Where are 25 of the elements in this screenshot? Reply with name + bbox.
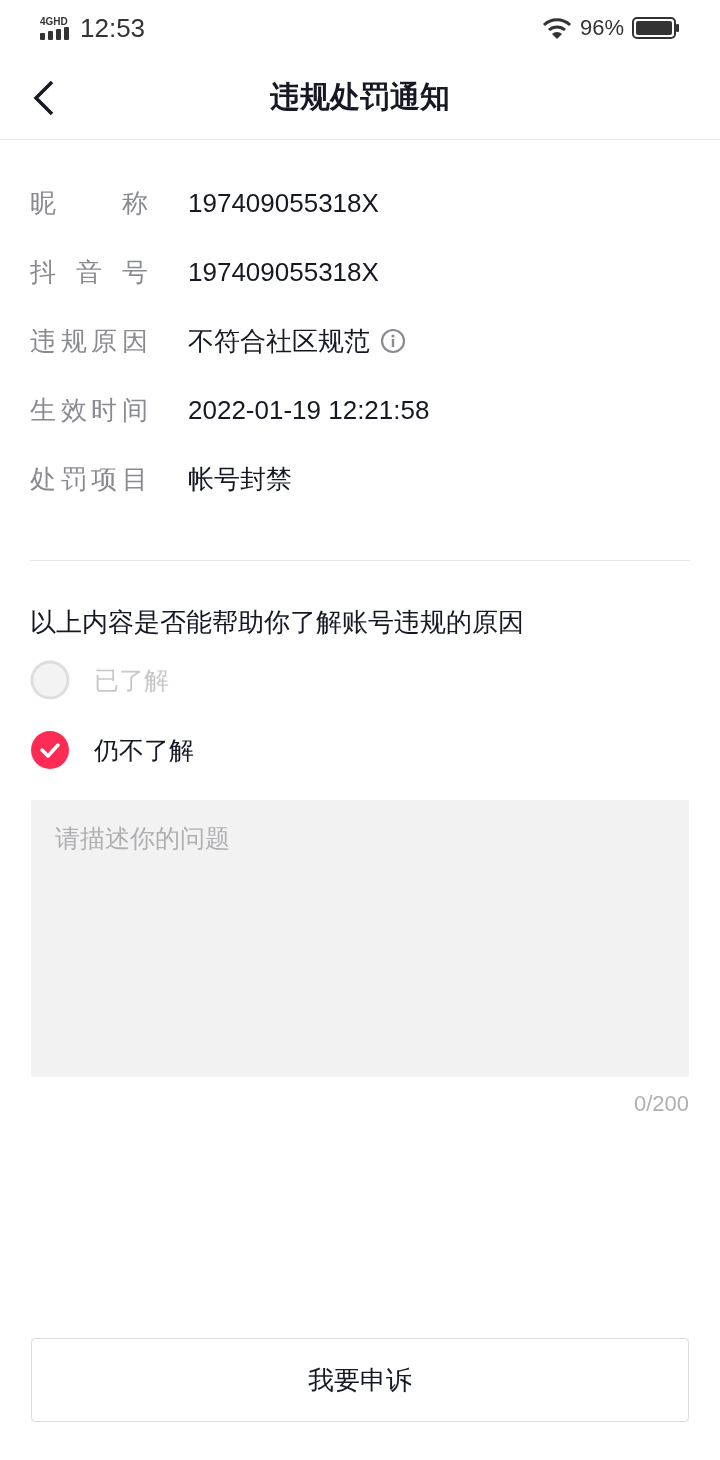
character-counter: 0/200 [633, 1091, 689, 1117]
field-value: 帐号封禁 [188, 462, 292, 496]
field-value: 197409055318X [188, 256, 379, 288]
field-label: 昵称 [30, 186, 148, 220]
battery-icon [632, 17, 680, 39]
field-label: 违规原因 [30, 324, 148, 358]
field-value: 不符合社区规范 [188, 324, 370, 358]
checked-radio-icon [30, 730, 70, 770]
status-time: 12:53 [80, 12, 146, 44]
description-field[interactable]: 请描述你的问题 [31, 800, 689, 1077]
field-label: 生效时间 [30, 393, 148, 427]
field-label: 处罚项目 [30, 462, 148, 496]
signal-icon [40, 26, 70, 40]
field-label: 抖音号 [30, 255, 148, 289]
field-value: 197409055318X [188, 187, 379, 219]
radio-icon [30, 660, 70, 700]
wifi-icon [541, 16, 572, 40]
network-label: 4GHD [40, 16, 68, 27]
battery-percent: 96% [579, 15, 624, 41]
appeal-button[interactable]: 我要申诉 [31, 1338, 689, 1422]
field-value: 2022-01-19 12:21:58 [188, 394, 430, 426]
radio-option[interactable]: 仍不了解 [30, 730, 194, 770]
question-text: 以上内容是否能帮助你了解账号违规的原因 [30, 606, 525, 639]
info-icon[interactable] [380, 328, 406, 354]
page-title: 违规处罚通知 [270, 78, 450, 116]
